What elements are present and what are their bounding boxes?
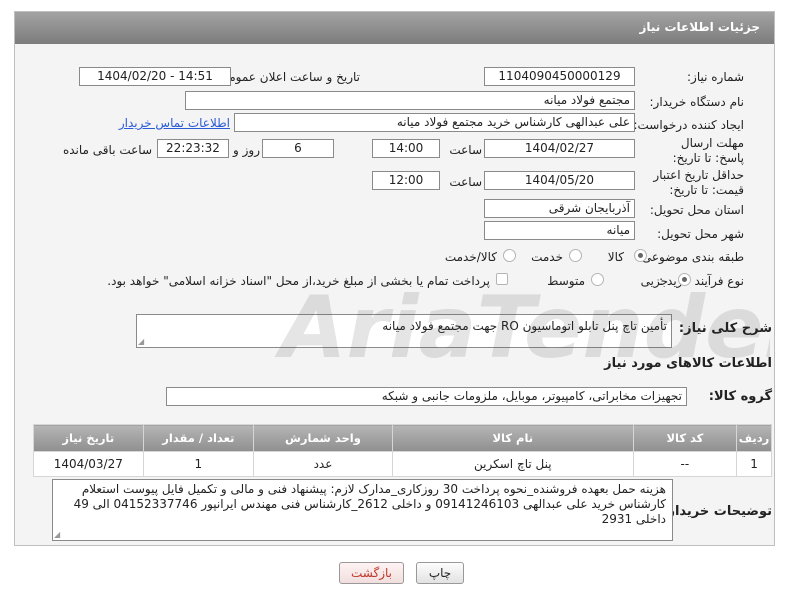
days-remaining-field[interactable]: 6 [262,139,334,158]
reply-time-field[interactable]: 14:00 [372,139,440,158]
goods-table: ردیف کد کالا نام کالا واحد شمارش تعداد /… [33,424,772,477]
treasury-payment-note: پرداخت تمام یا بخشی از مبلغ خرید،از محل … [107,274,490,288]
back-button[interactable]: بازگشت [339,562,404,584]
column-header: واحد شمارش [253,424,393,452]
goods-section-title: اطلاعات کالاهای مورد نیاز [604,356,772,371]
column-header: کد کالا [632,424,738,452]
unit-cell: عدد [253,451,393,477]
process-radio-medium[interactable] [591,273,604,286]
description-label: شرح کلی نیاز: [678,321,772,336]
panel-title: جزئیات اطلاعات نیاز [639,20,760,34]
category-radio-goods-service[interactable] [503,249,516,262]
requester-field[interactable]: علی عبدالهی کارشناس خرید مجتمع فولاد میا… [234,113,635,132]
price-validity-label: حداقل تاریخ اعتبار قیمت: تا تاریخ: [653,168,744,197]
goods-name-cell: پنل تاچ اسکرین [391,451,634,477]
goods-table-header: ردیف کد کالا نام کالا واحد شمارش تعداد /… [33,424,772,452]
province-label: استان محل تحویل: [649,203,744,217]
goods-code-cell: -- [632,451,738,477]
remaining-time-field[interactable]: 22:23:32 [157,139,229,158]
process-option-minor: جزیی [640,274,668,288]
category-label: طبقه بندی موضوعی: [637,250,744,264]
description-textarea[interactable]: تأمین تاچ پنل تابلو اتوماسیون RO جهت مجت… [136,314,672,348]
buyer-notes-label: توضیحات خریدار: [662,504,772,519]
goods-group-label: گروه کالا: [708,389,772,404]
days-label: روز و [233,143,260,157]
announce-date-label: تاریخ و ساعت اعلان عمومی: [215,70,360,84]
city-field[interactable]: میانه [484,221,635,240]
category-option-service: خدمت [531,250,563,264]
announce-date-field[interactable]: 1404/02/20 - 14:51 [79,67,231,86]
province-field[interactable]: آذربایجان شرقی [484,199,635,218]
city-label: شهر محل تحویل: [657,227,744,241]
buyer-contact-link[interactable]: اطلاعات تماس خریدار [119,116,230,130]
quantity-cell: 1 [142,451,255,477]
reply-deadline-label: مهلت ارسال پاسخ: تا تاریخ: [672,136,744,165]
resize-handle-icon[interactable]: ◢ [54,530,63,539]
process-radio-minor[interactable] [678,273,691,286]
remaining-time-label: ساعت باقی مانده [62,143,152,157]
column-header: ردیف [736,424,772,452]
requester-label: ایجاد کننده درخواست: [633,118,744,132]
need-number-field[interactable]: 1104090450000129 [484,67,635,86]
reply-time-label: ساعت [449,143,482,157]
reply-date-field[interactable]: 1404/02/27 [484,139,635,158]
print-button[interactable]: چاپ [416,562,464,584]
buyer-org-field[interactable]: مجتمع فولاد میانه [185,91,635,110]
need-date-cell: 1404/03/27 [33,451,144,477]
treasury-payment-checkbox[interactable] [496,273,508,285]
panel-header: جزئیات اطلاعات نیاز [15,12,774,44]
goods-group-field[interactable]: تجهیزات مخابراتی، کامپیوتر، موبایل، ملزو… [166,387,687,406]
column-header: تاریخ نیاز [33,424,144,452]
category-option-goods-service: کالا/خدمت [444,250,497,264]
column-header: نام کالا [391,424,634,452]
category-radio-goods[interactable] [634,249,647,262]
resize-handle-icon[interactable]: ◢ [138,337,147,346]
price-validity-time-label: ساعت [449,175,482,189]
buyer-org-label: نام دستگاه خریدار: [649,95,745,109]
need-number-label: شماره نیاز: [687,70,744,84]
category-radio-service[interactable] [569,249,582,262]
price-validity-time-field[interactable]: 12:00 [372,171,440,190]
row-number-cell: 1 [736,451,772,477]
table-row[interactable]: 1 -- پنل تاچ اسکرین عدد 1 1404/03/27 [33,451,772,477]
buyer-notes-textarea[interactable]: هزینه حمل بعهده فروشنده_نحوه پرداخت 30 ر… [52,479,673,541]
process-type-label: نوع فرآیند خرید : [659,274,744,288]
process-option-medium: متوسط [547,274,585,288]
price-validity-date-field[interactable]: 1404/05/20 [484,171,635,190]
category-option-goods: کالا [607,250,624,264]
column-header: تعداد / مقدار [142,424,255,452]
